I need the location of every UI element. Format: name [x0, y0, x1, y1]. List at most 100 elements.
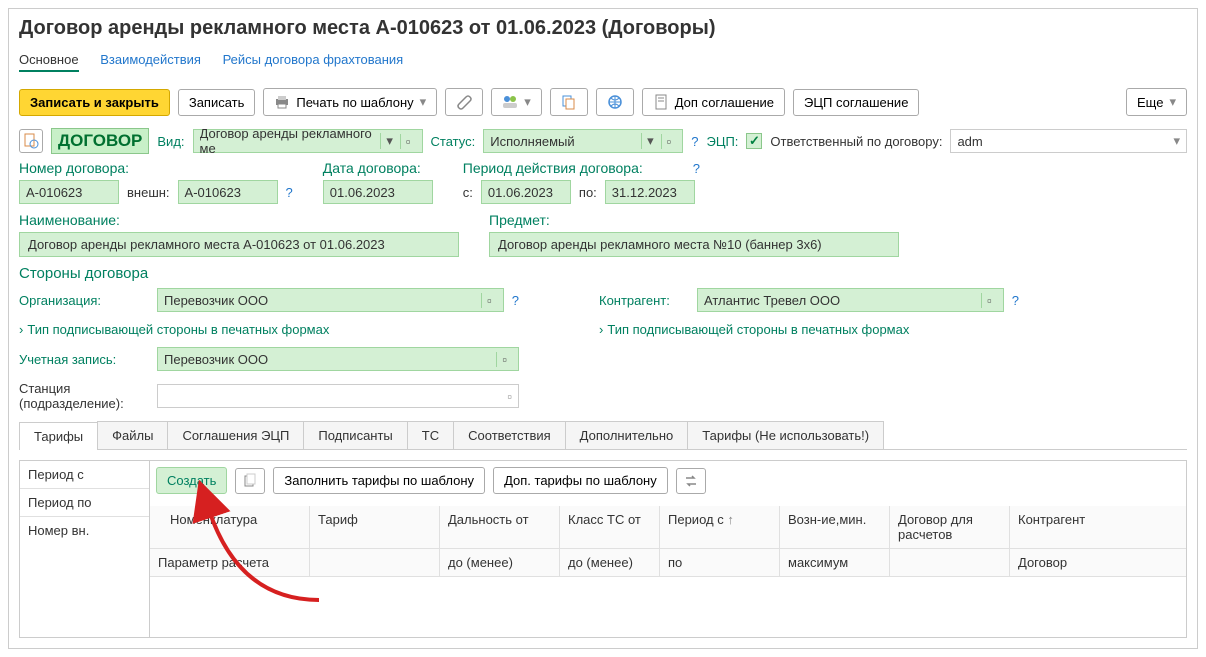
org-label: Организация:	[19, 293, 149, 308]
nav-charter-trips[interactable]: Рейсы договора фрахтования	[223, 52, 404, 67]
help-period-icon[interactable]: ?	[693, 161, 700, 176]
period-to-input[interactable]: 31.12.2023	[605, 180, 695, 204]
open-icon[interactable]: ▫	[661, 134, 677, 149]
open-icon[interactable]: ▫	[496, 352, 512, 367]
external-number-input[interactable]: А-010623	[178, 180, 278, 204]
th-distance[interactable]: Дальность от	[440, 506, 560, 549]
tab-tariffs-unused[interactable]: Тарифы (Не использовать!)	[687, 421, 884, 449]
to-label: по:	[579, 185, 597, 200]
open-icon[interactable]: ▫	[981, 293, 997, 308]
counterparty-label: Контрагент:	[599, 293, 689, 308]
copy-icon	[242, 473, 258, 489]
status-label: Статус:	[431, 134, 476, 149]
tab-ts[interactable]: ТС	[407, 421, 454, 449]
create-button[interactable]: Создать	[156, 467, 227, 494]
kind-value: Договор аренды рекламного ме	[200, 126, 377, 156]
add-agreement-label: Доп соглашение	[675, 95, 774, 110]
nav-main[interactable]: Основное	[19, 52, 79, 72]
swap-button[interactable]	[676, 468, 706, 494]
th-ts-class[interactable]: Класс ТС от	[560, 506, 660, 549]
print-template-button[interactable]: Печать по шаблону ▾	[263, 88, 437, 116]
counterparty-input[interactable]: Атлантис Тревел ООО ▫	[697, 288, 1004, 312]
ecp-label: ЭЦП:	[706, 134, 738, 149]
date-input[interactable]: 01.06.2023	[323, 180, 433, 204]
open-icon[interactable]: ▫	[481, 293, 497, 308]
add-agreement-button[interactable]: Доп соглашение	[642, 88, 785, 116]
save-button[interactable]: Записать	[178, 89, 256, 116]
th-to-less2[interactable]: до (менее)	[560, 549, 660, 577]
tab-tariffs[interactable]: Тарифы	[19, 422, 98, 450]
th-to-less1[interactable]: до (менее)	[440, 549, 560, 577]
kind-select[interactable]: Договор аренды рекламного ме ▾ ▫	[193, 129, 423, 153]
more-button[interactable]: Еще ▾	[1126, 88, 1187, 116]
chevron-down-icon[interactable]: ▾	[641, 133, 659, 149]
print-template-label: Печать по шаблону	[296, 95, 413, 110]
ecp-checkbox[interactable]: ✓	[746, 133, 762, 149]
chevron-right-icon: ›	[19, 322, 23, 337]
copy-button[interactable]	[550, 88, 588, 116]
users-button[interactable]: ▾	[491, 88, 542, 116]
globe-button[interactable]	[596, 88, 634, 116]
ecp-agreement-button[interactable]: ЭЦП соглашение	[793, 89, 919, 116]
copy-row-button[interactable]	[235, 468, 265, 494]
open-icon[interactable]: ▫	[507, 389, 512, 404]
filter-period-to[interactable]: Период по	[20, 489, 149, 517]
help-org-icon[interactable]: ?	[512, 293, 519, 308]
tab-additional[interactable]: Дополнительно	[565, 421, 689, 449]
subject-input[interactable]: Договор аренды рекламного места №10 (бан…	[489, 232, 899, 257]
save-close-button[interactable]: Записать и закрыть	[19, 89, 170, 116]
th-period[interactable]: Период с ↑	[660, 506, 780, 549]
tab-files[interactable]: Файлы	[97, 421, 168, 449]
attach-button[interactable]	[445, 88, 483, 116]
th-counterparty[interactable]: Контрагент	[1010, 506, 1186, 549]
nav-interactions[interactable]: Взаимодействия	[100, 52, 201, 67]
doc-type-badge: ДОГОВОР	[51, 128, 149, 154]
tab-compliance[interactable]: Соответствия	[453, 421, 566, 449]
tab-ecp-agreements[interactable]: Соглашения ЭЦП	[167, 421, 304, 449]
counterparty-signer-type-link[interactable]: › Тип подписывающей стороны в печатных ф…	[599, 322, 1019, 337]
period-from-input[interactable]: 01.06.2023	[481, 180, 571, 204]
th-contract-for[interactable]: Договор для расчетов	[890, 506, 1010, 549]
filter-ext-number[interactable]: Номер вн.	[20, 517, 149, 544]
th-max[interactable]: максимум	[780, 549, 890, 577]
th-calc-param[interactable]: Параметр расчета	[150, 549, 310, 577]
printer-icon	[274, 94, 290, 110]
number-input[interactable]: А-010623	[19, 180, 119, 204]
paperclip-icon	[456, 94, 472, 110]
th-contract[interactable]: Договор	[1010, 549, 1186, 577]
th-tariff[interactable]: Тариф	[310, 506, 440, 549]
period-label: Период действия договора:	[463, 160, 643, 176]
signer-type-link[interactable]: › Тип подписывающей стороны в печатных ф…	[19, 322, 519, 337]
document-view-icon	[23, 133, 39, 149]
chevron-down-icon[interactable]: ▾	[380, 133, 398, 149]
chevron-down-icon[interactable]: ▾	[1173, 133, 1180, 149]
help-external-icon[interactable]: ?	[286, 185, 293, 200]
th-empty	[310, 549, 440, 577]
add-tariffs-button[interactable]: Доп. тарифы по шаблону	[493, 467, 668, 494]
help-counterparty-icon[interactable]: ?	[1012, 293, 1019, 308]
th-reward[interactable]: Возн-ие,мин.	[780, 506, 890, 549]
copy-icon	[561, 94, 577, 110]
th-to[interactable]: по	[660, 549, 780, 577]
responsible-value: adm	[957, 134, 1173, 149]
status-select[interactable]: Исполняемый ▾ ▫	[483, 129, 683, 153]
open-icon[interactable]: ▫	[400, 134, 416, 149]
filter-period-from[interactable]: Период с	[20, 461, 149, 489]
counterparty-signer-link-label: Тип подписывающей стороны в печатных фор…	[607, 322, 909, 337]
station-input[interactable]: ▫	[157, 384, 519, 408]
account-input[interactable]: Перевозчик ООО ▫	[157, 347, 519, 371]
doc-icon-button[interactable]	[19, 129, 43, 153]
swap-icon	[683, 473, 699, 489]
document-icon	[653, 94, 669, 110]
tab-signers[interactable]: Подписанты	[303, 421, 407, 449]
responsible-label: Ответственный по договору:	[770, 134, 942, 149]
responsible-input[interactable]: adm ▾	[950, 129, 1187, 153]
people-icon	[502, 94, 518, 110]
help-status-icon[interactable]: ?	[691, 134, 698, 149]
signer-link-label: Тип подписывающей стороны в печатных фор…	[27, 322, 329, 337]
org-input[interactable]: Перевозчик ООО ▫	[157, 288, 504, 312]
fill-tariffs-button[interactable]: Заполнить тарифы по шаблону	[273, 467, 485, 494]
name-input[interactable]: Договор аренды рекламного места А-010623…	[19, 232, 459, 257]
th-nomenclature[interactable]: Номенклатура	[150, 506, 310, 549]
account-value: Перевозчик ООО	[164, 352, 494, 367]
